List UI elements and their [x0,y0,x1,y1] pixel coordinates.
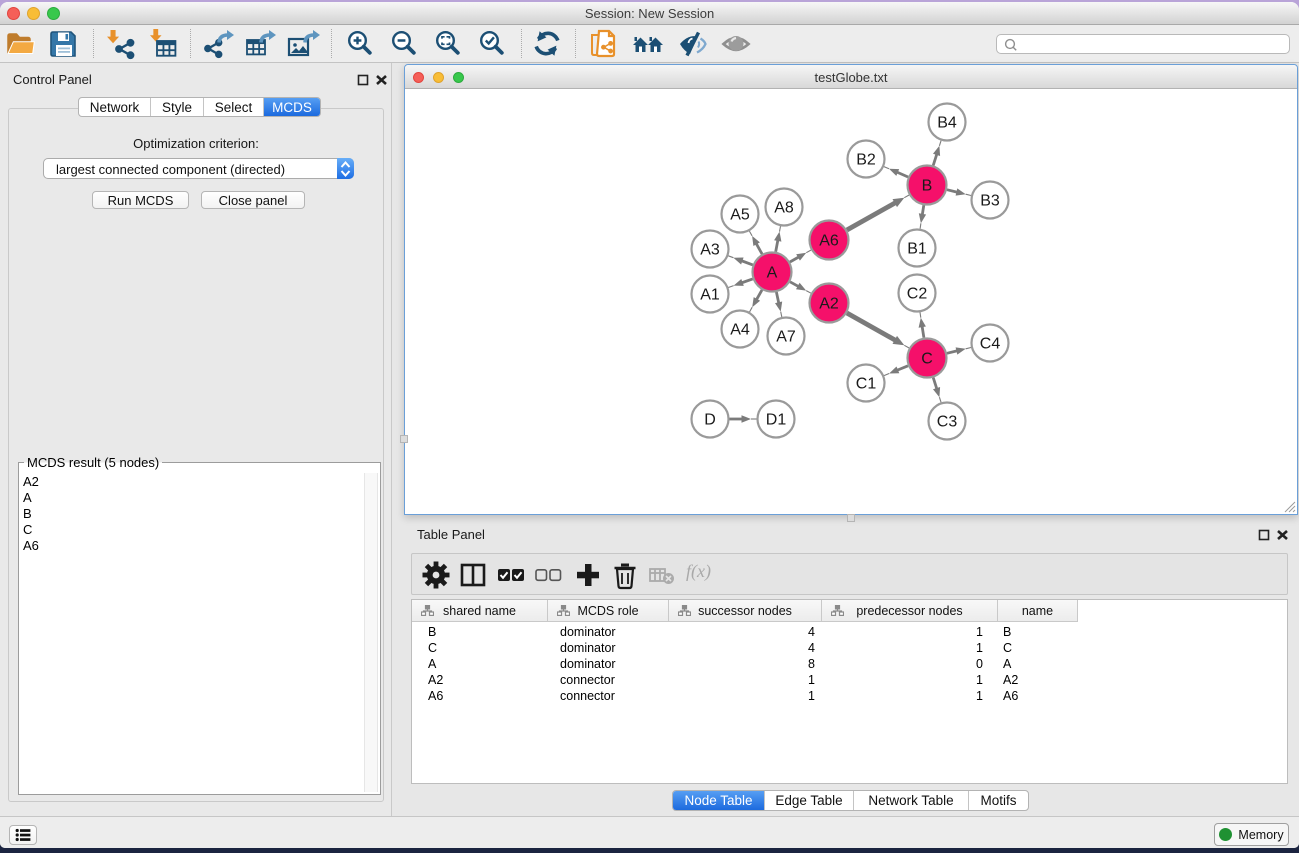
svg-text:A7: A7 [776,329,796,346]
svg-text:A5: A5 [730,207,750,224]
svg-text:D: D [704,412,716,429]
svg-text:A8: A8 [774,200,794,217]
svg-text:C: C [921,351,933,368]
svg-text:A4: A4 [730,322,750,339]
svg-text:A: A [767,265,778,282]
svg-text:B3: B3 [980,193,1000,210]
svg-text:B4: B4 [937,115,957,132]
svg-text:A2: A2 [819,296,839,313]
svg-text:A1: A1 [700,287,720,304]
svg-text:B: B [922,178,933,195]
svg-text:C1: C1 [856,376,877,393]
svg-text:A3: A3 [700,242,720,259]
svg-text:D1: D1 [766,412,787,429]
svg-text:C2: C2 [907,286,928,303]
svg-text:B1: B1 [907,241,927,258]
svg-text:C3: C3 [937,414,958,431]
svg-text:A6: A6 [819,233,839,250]
svg-text:B2: B2 [856,152,876,169]
svg-text:C4: C4 [980,336,1001,353]
